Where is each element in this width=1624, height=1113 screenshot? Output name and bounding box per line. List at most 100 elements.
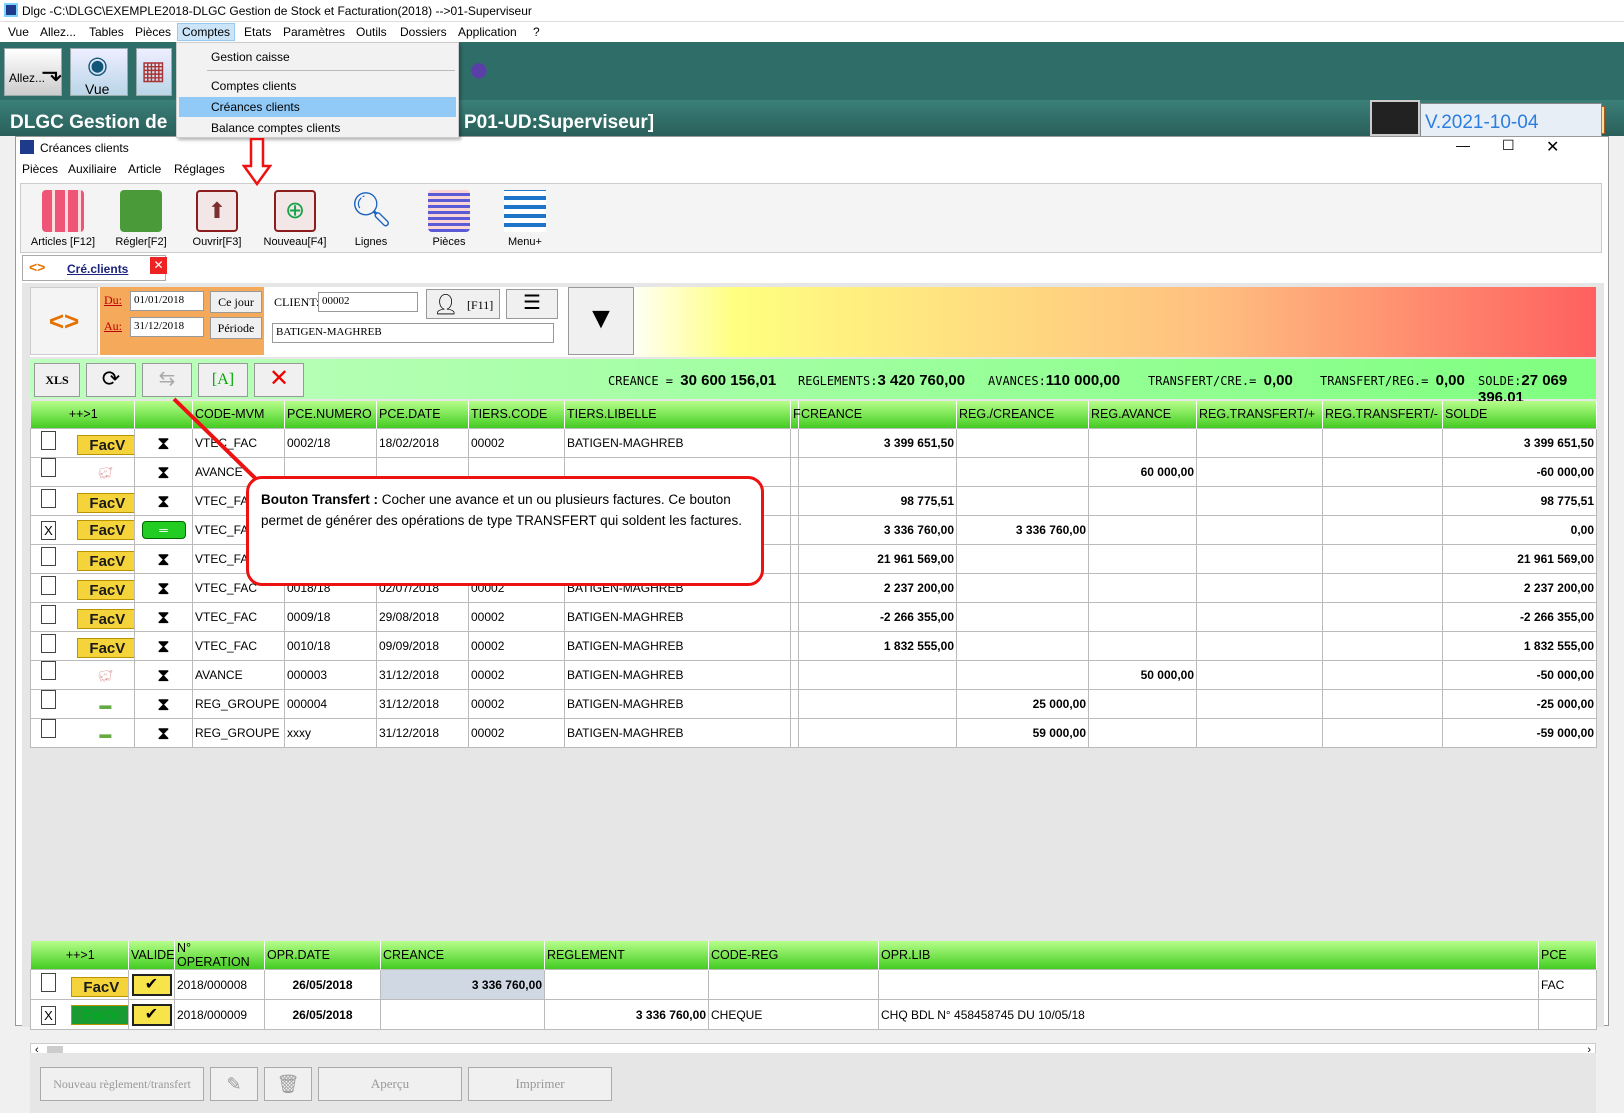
cell-creance[interactable]: 3 336 760,00 [380,969,545,1000]
menu-help[interactable]: ? [533,25,540,39]
apercu-button[interactable]: Aperçu [318,1067,462,1101]
dd-creances-clients[interactable]: Créances clients [179,97,456,117]
refresh-icon[interactable]: ⟳ [86,363,136,397]
cell-code-reg[interactable] [708,969,879,1000]
minimize-icon[interactable]: — [1456,137,1470,153]
col-header[interactable]: REG./CREANCE [956,401,1089,428]
xls-export-icon[interactable]: XLS [34,363,80,397]
row-checkbox[interactable]: X [41,520,56,540]
menu-comptes[interactable]: Comptes [177,23,236,41]
table-row[interactable]: ▬ ⧗ REG_GROUPE xxxy 31/12/2018 00002 BATIGEN-M… [30,717,1597,748]
pieces-button[interactable]: Pièces [411,188,487,250]
nouveau-button[interactable]: ⊕ Nouveau[F4] [257,188,333,250]
child-menu-auxiliaire[interactable]: Auxiliaire [68,162,117,176]
edit-icon[interactable]: ✎ [210,1067,258,1101]
imprimer-button[interactable]: Imprimer [468,1067,612,1101]
row-checkbox[interactable] [41,488,56,508]
col-header[interactable]: PCE.DATE [376,401,469,428]
tab-cre-clients[interactable]: <> Cré.clients [22,255,166,281]
col-header[interactable]: PCE.NUMERO [284,401,377,428]
row-checkbox[interactable] [41,690,56,709]
client-search-button[interactable]: 👤︎ [F11] [426,289,500,319]
dd-gestion-caisse[interactable]: Gestion caisse [179,47,456,67]
grid-button[interactable]: ▦ [136,48,172,96]
child-menu-article[interactable]: Article [128,162,161,176]
menu-dossiers[interactable]: Dossiers [400,25,447,39]
row-checkbox[interactable] [41,633,56,653]
child-menu-pieces[interactable]: Pièces [22,162,58,176]
menu-application[interactable]: Application [458,25,517,39]
menu-allez[interactable]: Allez... [40,25,76,39]
col-header[interactable]: TIERS.CODE [468,401,565,428]
table-row[interactable]: 🐖︎ ⧗ AVANCE 000003 31/12/2018 00002 BATIGEN-MA… [30,659,1597,690]
lignes-button[interactable]: 🔍︎ Lignes [333,188,409,250]
row-checkbox[interactable]: X [41,1005,56,1025]
menu-tables[interactable]: Tables [89,25,124,39]
table-row[interactable]: X FacV ✔ 2018/000009 26/05/2018 3 336 760,00… [30,999,1597,1030]
dd-comptes-clients[interactable]: Comptes clients [179,76,456,96]
row-checkbox[interactable] [41,458,56,477]
col-header[interactable]: TIERS.LIBELLE [564,401,791,428]
regler-button[interactable]: Régler[F2] [103,188,179,250]
table-row[interactable]: FacV ✔ 2018/000008 26/05/2018 3 336 760,00 FA… [30,969,1597,1000]
col-header[interactable]: SOLDE [1442,401,1597,428]
col-header[interactable]: REG.TRANSFERT/+ [1196,401,1323,428]
col-header[interactable]: F [790,401,801,428]
col-header[interactable]: PCE [1538,941,1597,970]
menu-plus-button[interactable]: Menu+ [487,188,563,250]
dd-balance-comptes[interactable]: Balance comptes clients [179,118,456,138]
periode-button[interactable]: Période [210,317,262,339]
date-from-input[interactable]: 01/01/2018 [130,291,204,311]
cell-reglement[interactable]: 3 336 760,00 [544,999,709,1030]
date-to-input[interactable]: 31/12/2018 [130,317,204,337]
col-header[interactable]: REG.AVANCE [1088,401,1197,428]
transfert-button[interactable]: ⇆ [142,363,192,397]
ouvrir-button[interactable]: ⬆ Ouvrir[F3] [179,188,255,250]
table-row[interactable]: FacV ⧗ VTEC_FAC 0009/18 29/08/2018 00002 BATIG… [30,601,1597,632]
menu-vue[interactable]: Vue [8,25,29,39]
row-checkbox[interactable] [41,430,56,450]
col-header[interactable]: CODE-REG [708,941,879,970]
row-checkbox[interactable] [41,972,56,992]
check-validated-icon[interactable]: ✔ [131,1003,172,1026]
child-menu-reglages[interactable]: Réglages [174,162,225,176]
unselect-icon[interactable]: ✕ [254,363,304,397]
col-header[interactable]: OPR.LIB [878,941,1539,970]
check-validated-icon[interactable]: ✔ [131,973,172,996]
row-checkbox[interactable] [41,719,56,738]
menu-outils[interactable]: Outils [356,25,387,39]
cell-code-reg[interactable]: CHEQUE [708,999,879,1030]
trash-icon[interactable]: 🗑︎ [264,1067,312,1101]
row-checkbox[interactable] [41,546,56,566]
row-checkbox[interactable] [41,604,56,624]
cell-opr-lib[interactable] [878,969,1539,1000]
user-button[interactable]: ● [462,48,512,96]
nouveau-reglement-button[interactable]: Nouveau règlement/transfert [40,1067,204,1101]
cell-opr-lib[interactable]: CHQ BDL N° 458458745 DU 10/05/18 [878,999,1539,1030]
filter-chevron-icon[interactable]: <> [30,287,98,355]
client-code-input[interactable]: 00002 [318,292,418,312]
menu-pieces[interactable]: Pièces [135,25,171,39]
articles-button[interactable]: Articles [F12] [25,188,101,250]
col-header[interactable]: CREANCE [798,401,957,428]
tab-close-icon[interactable]: ✕ [150,257,167,274]
col-header[interactable]: REG.TRANSFERT/- [1322,401,1443,428]
col-header[interactable]: VALIDE [128,941,175,970]
col-header[interactable]: ++>1 [30,401,135,428]
cell-creance[interactable] [380,999,545,1030]
col-header[interactable]: N° OPERATION [174,941,265,970]
client-menu-icon[interactable]: ☰ [506,289,558,319]
ce-jour-button[interactable]: Ce jour [210,291,262,313]
col-header[interactable]: REGLEMENT [544,941,709,970]
filter-funnel-icon[interactable]: ▼ [568,287,634,355]
cell-reglement[interactable] [544,969,709,1000]
menu-etats[interactable]: Etats [244,25,271,39]
menu-parametres[interactable]: Paramètres [283,25,345,39]
table-row[interactable]: ▬ ⧗ REG_GROUPE 000004 31/12/2018 00002 BATIGEN… [30,688,1597,719]
select-all-icon[interactable]: [A] [198,363,248,397]
close-icon[interactable]: ✕ [1546,137,1559,157]
allez-button[interactable]: Allez... ⬎ [4,48,63,96]
row-checkbox[interactable] [41,661,56,680]
vue-button[interactable]: ◉ Vue [70,48,128,97]
col-header[interactable]: ++>1 [30,941,129,970]
